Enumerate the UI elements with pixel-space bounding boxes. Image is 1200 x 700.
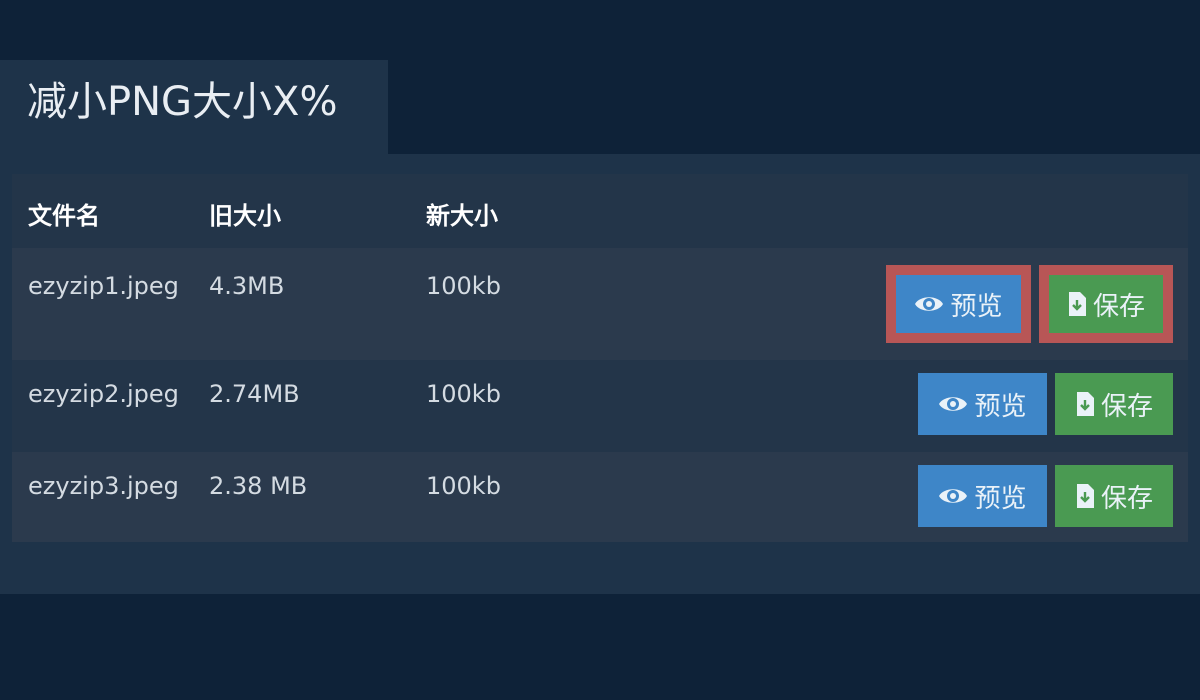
save-button[interactable]: 保存 xyxy=(1055,465,1173,527)
column-header-filename: 文件名 xyxy=(28,202,100,230)
row-filename: ezyzip3.jpeg xyxy=(28,472,179,500)
preview-button-label: 预览 xyxy=(950,291,1003,322)
eye-icon xyxy=(938,393,968,415)
row-old-size: 2.38 MB xyxy=(209,472,308,500)
row-new-size: 100kb xyxy=(426,380,501,408)
eye-icon xyxy=(938,485,968,507)
column-header-old-size: 旧大小 xyxy=(209,202,281,230)
column-header-new-size: 新大小 xyxy=(426,202,498,230)
preview-button-label: 预览 xyxy=(974,483,1027,514)
save-button[interactable]: 保存 xyxy=(1055,373,1173,435)
preview-button[interactable]: 预览 xyxy=(918,465,1047,527)
file-download-icon xyxy=(1075,483,1095,509)
eye-icon xyxy=(914,293,944,315)
row-new-size: 100kb xyxy=(426,472,501,500)
file-download-icon xyxy=(1075,391,1095,417)
save-button-label: 保存 xyxy=(1100,483,1153,514)
save-button[interactable]: 保存 xyxy=(1049,275,1163,333)
preview-button[interactable]: 预览 xyxy=(896,275,1021,333)
save-button-label: 保存 xyxy=(1100,391,1153,422)
save-button-label: 保存 xyxy=(1092,291,1145,322)
row-new-size: 100kb xyxy=(426,272,501,300)
row-filename: ezyzip1.jpeg xyxy=(28,272,179,300)
row-filename: ezyzip2.jpeg xyxy=(28,380,179,408)
preview-button-label: 预览 xyxy=(974,391,1027,422)
row-old-size: 2.74MB xyxy=(209,380,300,408)
page-title: 减小PNG大小X% xyxy=(27,79,338,125)
file-download-icon xyxy=(1067,291,1087,317)
row-old-size: 4.3MB xyxy=(209,272,285,300)
preview-button[interactable]: 预览 xyxy=(918,373,1047,435)
